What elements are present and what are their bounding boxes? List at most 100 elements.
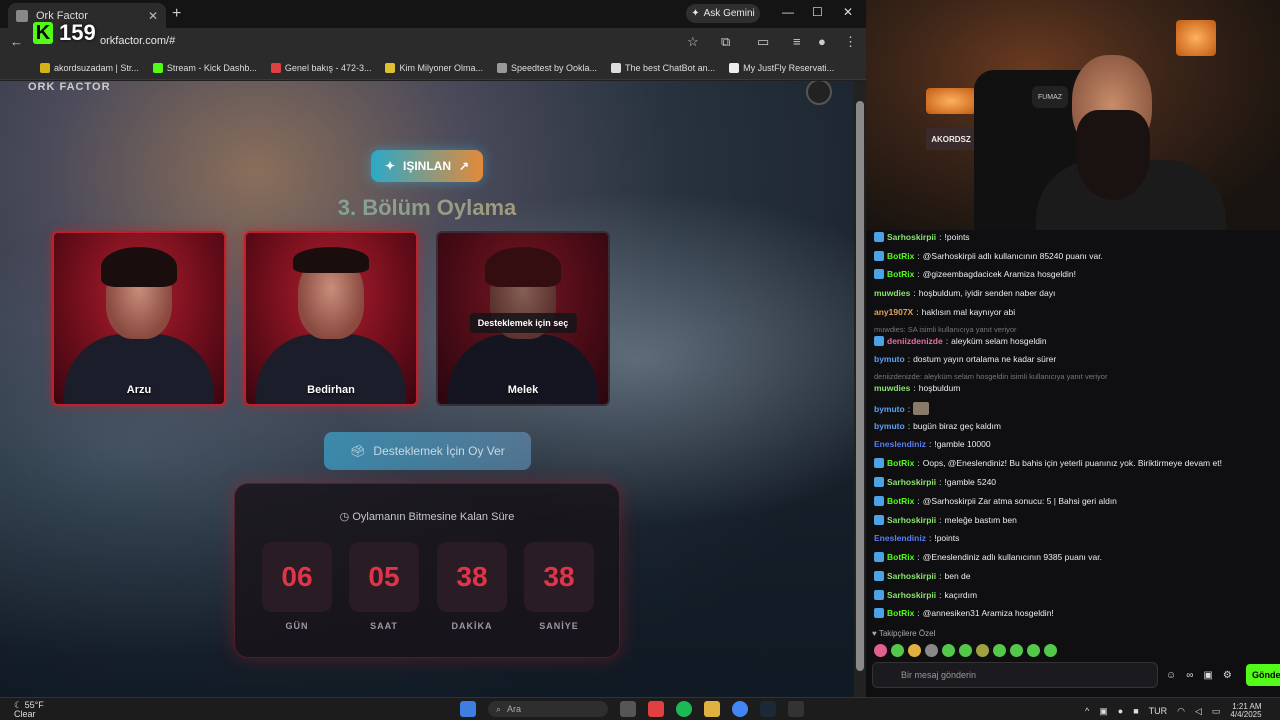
emote-icon[interactable] <box>942 644 955 657</box>
badge-icon <box>874 608 884 618</box>
bookmark-icon <box>40 62 50 73</box>
bookmark-icon <box>496 62 507 73</box>
address-bar: ← orkfactor.com/# ☆ ⧉ ▭ ≡ ● ⋮ <box>0 28 866 56</box>
media-icon[interactable]: ≡ <box>793 34 801 49</box>
chat-tools: ☺ ∞ ▣ ⚙ <box>1166 670 1232 681</box>
bookmark-item[interactable]: Genel bakış - 472-3... <box>270 62 371 73</box>
emote-icon[interactable] <box>993 644 1006 657</box>
chair-brand: FUMAZ <box>1032 86 1068 108</box>
emote-icon[interactable] <box>874 644 887 657</box>
emote-icon[interactable] <box>925 644 938 657</box>
chat-message: Eneslendiniz: !gamble 10000 <box>874 439 991 449</box>
emote-icon[interactable] <box>976 644 989 657</box>
vote-button[interactable]: 🗳 Desteklemek İçin Oy Ver <box>324 432 531 470</box>
send-button[interactable]: Gönde <box>1246 664 1280 686</box>
select-tooltip: Desteklemek için seç <box>469 313 577 333</box>
webcam-feed: AKORDSZ FUMAZ <box>866 0 1280 230</box>
bookmark-icon <box>270 62 281 73</box>
countdown-days: 06 <box>262 542 332 612</box>
badge-icon <box>874 515 884 525</box>
clock[interactable]: 1:21 AM 4/4/2025 <box>1230 703 1261 719</box>
emote-icon <box>913 402 930 415</box>
isinlan-button[interactable]: ✦ IŞINLAN ↗ <box>371 150 483 182</box>
settings-icon[interactable]: ⚙ <box>1223 670 1232 681</box>
cast-icon[interactable]: ▭ <box>757 34 769 50</box>
voting-page: ORK FACTOR ✦ IŞINLAN ↗ 3. Bölüm Oylama A… <box>0 81 854 697</box>
points-icon[interactable]: ∞ <box>1186 670 1193 681</box>
volume-icon[interactable]: ◁ <box>1195 706 1202 717</box>
language-indicator[interactable]: TUR <box>1149 706 1168 716</box>
ask-gemini-button[interactable]: ✦ Ask Gemini <box>686 4 760 23</box>
candidate-name: Melek <box>507 384 539 396</box>
badge-icon <box>874 336 884 346</box>
tray-icon[interactable]: ■ <box>1133 706 1138 716</box>
bookmark-item[interactable]: Speedtest by Ookla... <box>496 62 597 73</box>
tray-icon[interactable]: ▣ <box>1099 706 1108 717</box>
mic-icon[interactable]: ● <box>1118 706 1123 716</box>
chrome-icon[interactable] <box>732 701 748 717</box>
back-icon[interactable]: ← <box>10 34 23 49</box>
countdown-minutes-label: DAKİKA <box>451 621 493 631</box>
chat-message: Eneslendiniz: !points <box>874 533 960 543</box>
countdown-heading: ◷ Oylamanın Bitmesine Kalan Süre <box>339 511 515 523</box>
countdown-minutes: 38 <box>437 542 507 612</box>
lamp-light <box>1176 20 1216 56</box>
viewer-count: 159 <box>59 20 96 45</box>
candidate-card[interactable]: Desteklemek için seç Melek <box>436 231 610 406</box>
candidate-card[interactable]: Arzu <box>52 231 226 406</box>
scrollbar-thumb[interactable] <box>856 101 864 671</box>
chat-input[interactable]: Bir mesaj gönderin <box>872 662 1158 688</box>
app-icon[interactable] <box>648 701 664 717</box>
clock-icon: ◷ <box>339 511 350 523</box>
battery-icon[interactable]: ▭ <box>1212 706 1221 717</box>
site-logo[interactable]: ORK FACTOR <box>28 81 111 93</box>
emote-icon[interactable] <box>908 644 921 657</box>
emote-icon[interactable] <box>1010 644 1023 657</box>
menu-icon[interactable]: ⋮ <box>844 34 857 50</box>
chat-message: Sarhoskirpii: meleğe bastım ben <box>874 515 1017 525</box>
chat-reply-context: muwdies: SA isimli kullanıcıya yanıt ver… <box>874 325 1017 334</box>
bookmark-item[interactable]: akordsuzadam | Str... <box>40 62 139 73</box>
minimize-icon[interactable]: — <box>782 5 794 19</box>
emoji-icon[interactable]: ☺ <box>1166 670 1176 681</box>
chat-message: BotRix: @Sarhoskirpii Zar atma sonucu: 5… <box>874 496 1117 506</box>
user-avatar[interactable] <box>806 81 832 105</box>
steam-icon[interactable] <box>760 701 776 717</box>
extensions-icon[interactable]: ⧉ <box>721 34 730 50</box>
tab-close-icon[interactable]: ✕ <box>148 9 158 23</box>
chat-message: Sarhoskirpii: !points <box>874 232 970 242</box>
emote-icon[interactable] <box>891 644 904 657</box>
bookmark-star-icon[interactable]: ☆ <box>687 34 699 50</box>
wifi-icon[interactable]: ◠ <box>1177 706 1185 717</box>
new-tab-button[interactable]: + <box>172 5 181 23</box>
bookmark-item[interactable]: The best ChatBot an... <box>611 62 715 73</box>
chevron-up-icon[interactable]: ^ <box>1085 706 1089 716</box>
taskbar-search[interactable]: ⌕ Ara <box>488 701 608 717</box>
store-icon[interactable]: ▣ <box>1203 670 1212 681</box>
start-icon[interactable] <box>460 701 476 717</box>
chat-message: bymuto: <box>874 402 930 415</box>
candidate-card[interactable]: Bedirhan <box>244 231 418 406</box>
bookmark-item[interactable]: My JustFly Reservati... <box>729 62 834 73</box>
page-scrollbar[interactable] <box>854 81 866 697</box>
maximize-icon[interactable]: ☐ <box>812 5 823 19</box>
spotify-icon[interactable] <box>676 701 692 717</box>
emote-icon[interactable] <box>1044 644 1057 657</box>
close-window-icon[interactable]: ✕ <box>843 5 853 19</box>
badge-icon <box>874 477 884 487</box>
weather-widget[interactable]: ☾ 55°F Clear <box>14 701 44 719</box>
folder-icon[interactable] <box>704 701 720 717</box>
app-icon[interactable] <box>788 701 804 717</box>
bookmark-item[interactable]: Stream - Kick Dashb... <box>152 62 257 73</box>
chat-message: deniizdenizde: aleyküm selam hosgeldin <box>874 336 1047 346</box>
task-view-icon[interactable] <box>620 701 636 717</box>
profile-icon[interactable]: ● <box>818 34 826 49</box>
badge-icon <box>874 496 884 506</box>
emote-icon[interactable] <box>959 644 972 657</box>
url-field[interactable]: orkfactor.com/# <box>100 35 175 47</box>
badge-icon <box>874 232 884 242</box>
external-link-icon: ↗ <box>459 159 470 173</box>
bookmark-item[interactable]: Kim Milyoner Olma... <box>385 62 483 73</box>
emote-icon[interactable] <box>1027 644 1040 657</box>
badge-icon <box>874 458 884 468</box>
